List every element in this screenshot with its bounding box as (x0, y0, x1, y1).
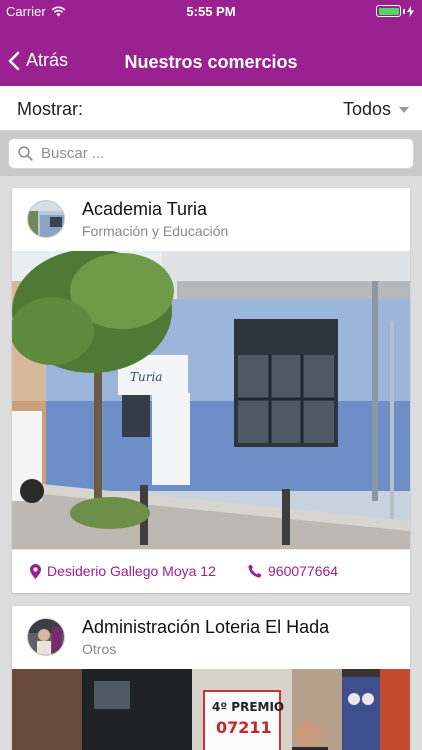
business-address: Desiderio Gallego Moya 12 (47, 563, 216, 579)
business-photo: Turia (12, 251, 410, 549)
page-title: Nuestros comercios (124, 52, 298, 72)
address-link[interactable]: Desiderio Gallego Moya 12 (30, 563, 216, 579)
business-photo: 4º PREMIO 07211 (12, 669, 410, 750)
card-header: Administración Loteria El Hada Otros (12, 606, 410, 669)
navigation-bar: Atrás Nuestros comercios (0, 40, 422, 84)
lottery-number: 07211 (216, 718, 272, 737)
business-category: Formación y Educación (82, 223, 229, 239)
map-pin-icon (30, 563, 41, 579)
app-header: Carrier 5:55 PM Atrás Nuestros comercios (0, 0, 422, 86)
search-input[interactable] (41, 145, 381, 162)
phone-link[interactable]: 960077664 (248, 563, 338, 579)
filter-label: Mostrar: (17, 99, 84, 119)
status-time: 5:55 PM (186, 4, 236, 19)
chevron-down-icon (399, 106, 409, 113)
business-avatar (27, 200, 65, 238)
business-card[interactable]: Academia Turia Formación y Educación Tur… (12, 188, 410, 593)
filter-row: Mostrar: Todos (0, 86, 422, 131)
business-name: Academia Turia (82, 199, 208, 219)
storefront-sign: Turia (130, 370, 162, 384)
card-header: Academia Turia Formación y Educación (12, 188, 410, 251)
search-field[interactable] (8, 138, 414, 169)
lottery-prize-label: 4º PREMIO (212, 700, 284, 714)
business-avatar (27, 618, 65, 656)
search-icon (18, 146, 33, 161)
business-list[interactable]: Academia Turia Formación y Educación Tur… (0, 176, 422, 750)
business-name: Administración Loteria El Hada (82, 617, 330, 637)
business-card[interactable]: Administración Loteria El Hada Otros 4º … (12, 606, 410, 750)
card-footer: Desiderio Gallego Moya 12 960077664 (12, 549, 410, 593)
business-category: Otros (82, 641, 117, 657)
business-phone: 960077664 (268, 563, 339, 579)
category-filter-select[interactable]: Todos (343, 99, 409, 120)
battery-charging-icon (376, 5, 414, 17)
phone-icon (248, 564, 262, 578)
filter-selected-value: Todos (342, 99, 391, 119)
status-bar: Carrier 5:55 PM (0, 0, 422, 22)
search-bar (0, 131, 422, 176)
